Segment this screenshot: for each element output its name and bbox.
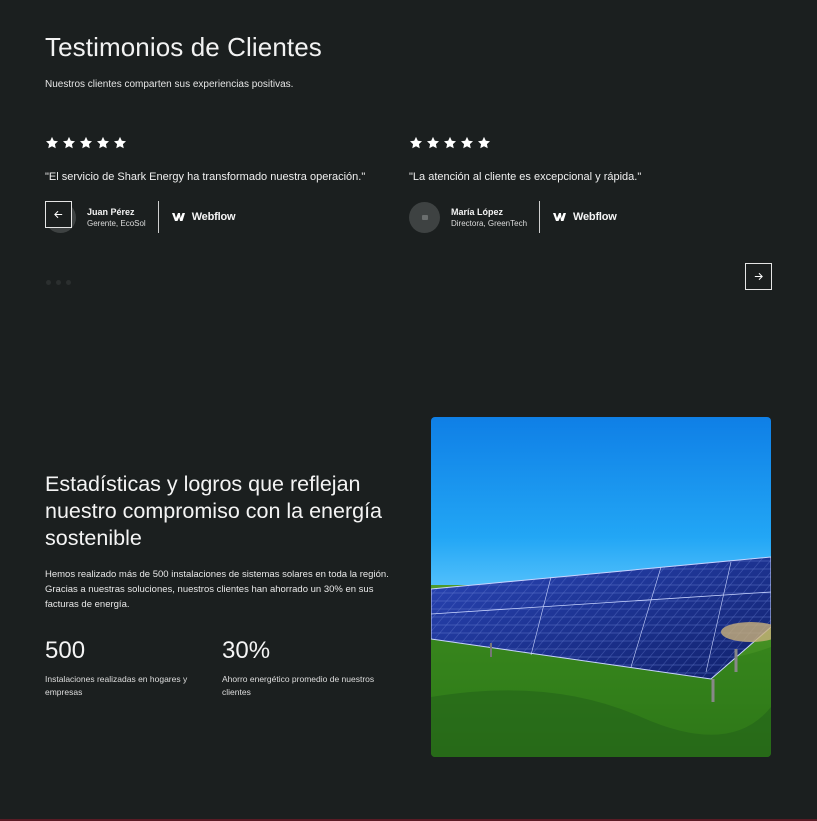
star-icon bbox=[477, 136, 491, 150]
company-logo: Webflow bbox=[553, 211, 617, 223]
stat-label: Ahorro energético promedio de nuestros c… bbox=[222, 674, 375, 697]
avatar bbox=[409, 201, 440, 233]
testimonials-subtitle: Nuestros clientes comparten sus experien… bbox=[45, 79, 294, 90]
divider bbox=[157, 201, 159, 233]
arrow-right-icon bbox=[753, 271, 764, 282]
page: Testimonios de Clientes Nuestros cliente… bbox=[0, 0, 817, 821]
company-logo: Webflow bbox=[171, 211, 236, 223]
webflow-logo-icon bbox=[553, 212, 569, 222]
author-role: Gerente, EcoSol bbox=[87, 218, 146, 228]
carousel-prev-button[interactable] bbox=[45, 201, 72, 228]
divider bbox=[539, 201, 541, 233]
stats-title: Estadísticas y logros que reflejan nuest… bbox=[45, 472, 383, 550]
testimonial-quote: "La atención al cliente es excepcional y… bbox=[409, 171, 642, 183]
testimonial-author: María López Directora, GreenTech Webflow bbox=[409, 200, 749, 234]
company-name: Webflow bbox=[191, 211, 236, 223]
author-role: Directora, GreenTech bbox=[451, 218, 528, 228]
star-icon bbox=[426, 136, 440, 150]
rating-stars bbox=[45, 136, 385, 152]
webflow-logo-icon bbox=[171, 212, 188, 222]
stat-label: Instalaciones realizadas en hogares y em… bbox=[45, 674, 188, 697]
stat-item: 500 Instalaciones realizadas en hogares … bbox=[45, 637, 210, 699]
star-icon bbox=[79, 136, 93, 150]
star-icon bbox=[45, 136, 59, 150]
carousel-next-button[interactable] bbox=[745, 263, 772, 290]
testimonial-card: "El servicio de Shark Energy ha transfor… bbox=[45, 136, 385, 234]
testimonials-title: Testimonios de Clientes bbox=[45, 32, 322, 62]
star-icon bbox=[409, 136, 423, 150]
stats-description: Hemos realizado más de 500 instalaciones… bbox=[45, 569, 389, 610]
carousel-dot[interactable] bbox=[56, 280, 61, 285]
testimonial-author: Juan Pérez Gerente, EcoSol Webflow bbox=[45, 200, 385, 234]
star-icon bbox=[460, 136, 474, 150]
star-icon bbox=[62, 136, 76, 150]
stat-value: 500 bbox=[45, 637, 86, 664]
carousel-dots bbox=[46, 280, 71, 285]
stat-value: 30% bbox=[222, 637, 271, 664]
solar-panels-image bbox=[431, 417, 771, 757]
rating-stars bbox=[409, 136, 749, 152]
author-name: María López bbox=[451, 206, 504, 217]
carousel-dot[interactable] bbox=[46, 280, 51, 285]
author-info: María López Directora, GreenTech bbox=[451, 207, 527, 228]
image-placeholder-icon bbox=[421, 214, 428, 220]
star-icon bbox=[113, 136, 127, 150]
author-info: Juan Pérez Gerente, EcoSol bbox=[87, 207, 146, 228]
arrow-left-icon bbox=[53, 209, 64, 220]
testimonial-card: "La atención al cliente es excepcional y… bbox=[409, 136, 749, 234]
star-icon bbox=[443, 136, 457, 150]
star-icon bbox=[96, 136, 110, 150]
testimonial-quote: "El servicio de Shark Energy ha transfor… bbox=[45, 171, 366, 183]
company-name: Webflow bbox=[573, 211, 617, 223]
carousel-dot[interactable] bbox=[66, 280, 71, 285]
author-name: Juan Pérez bbox=[87, 206, 135, 217]
stat-item: 30% Ahorro energético promedio de nuestr… bbox=[222, 637, 387, 699]
